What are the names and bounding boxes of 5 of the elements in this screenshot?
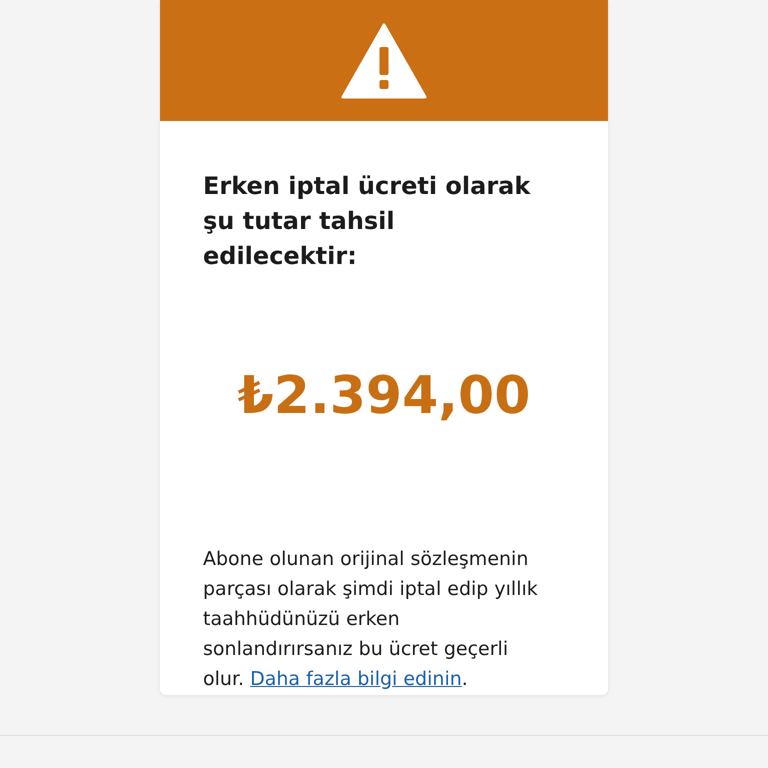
fee-description: Abone olunan orijinal sözleşmenin parçası olarak şimdi iptal edip yıllık taahhüdünüzü erken sonlandırırsanız bu ücret geçerli olur. Daha fazla bilgi edinin. bbox=[203, 547, 539, 692]
warning-icon bbox=[341, 22, 427, 98]
learn-more-link[interactable]: Daha fazla bilgi edinin bbox=[250, 668, 462, 690]
fee-amount: ₺2.394,00 bbox=[236, 366, 532, 426]
alert-heading: Erken iptal ücreti olarak şu tutar tahsil edilecektir: bbox=[203, 171, 532, 272]
